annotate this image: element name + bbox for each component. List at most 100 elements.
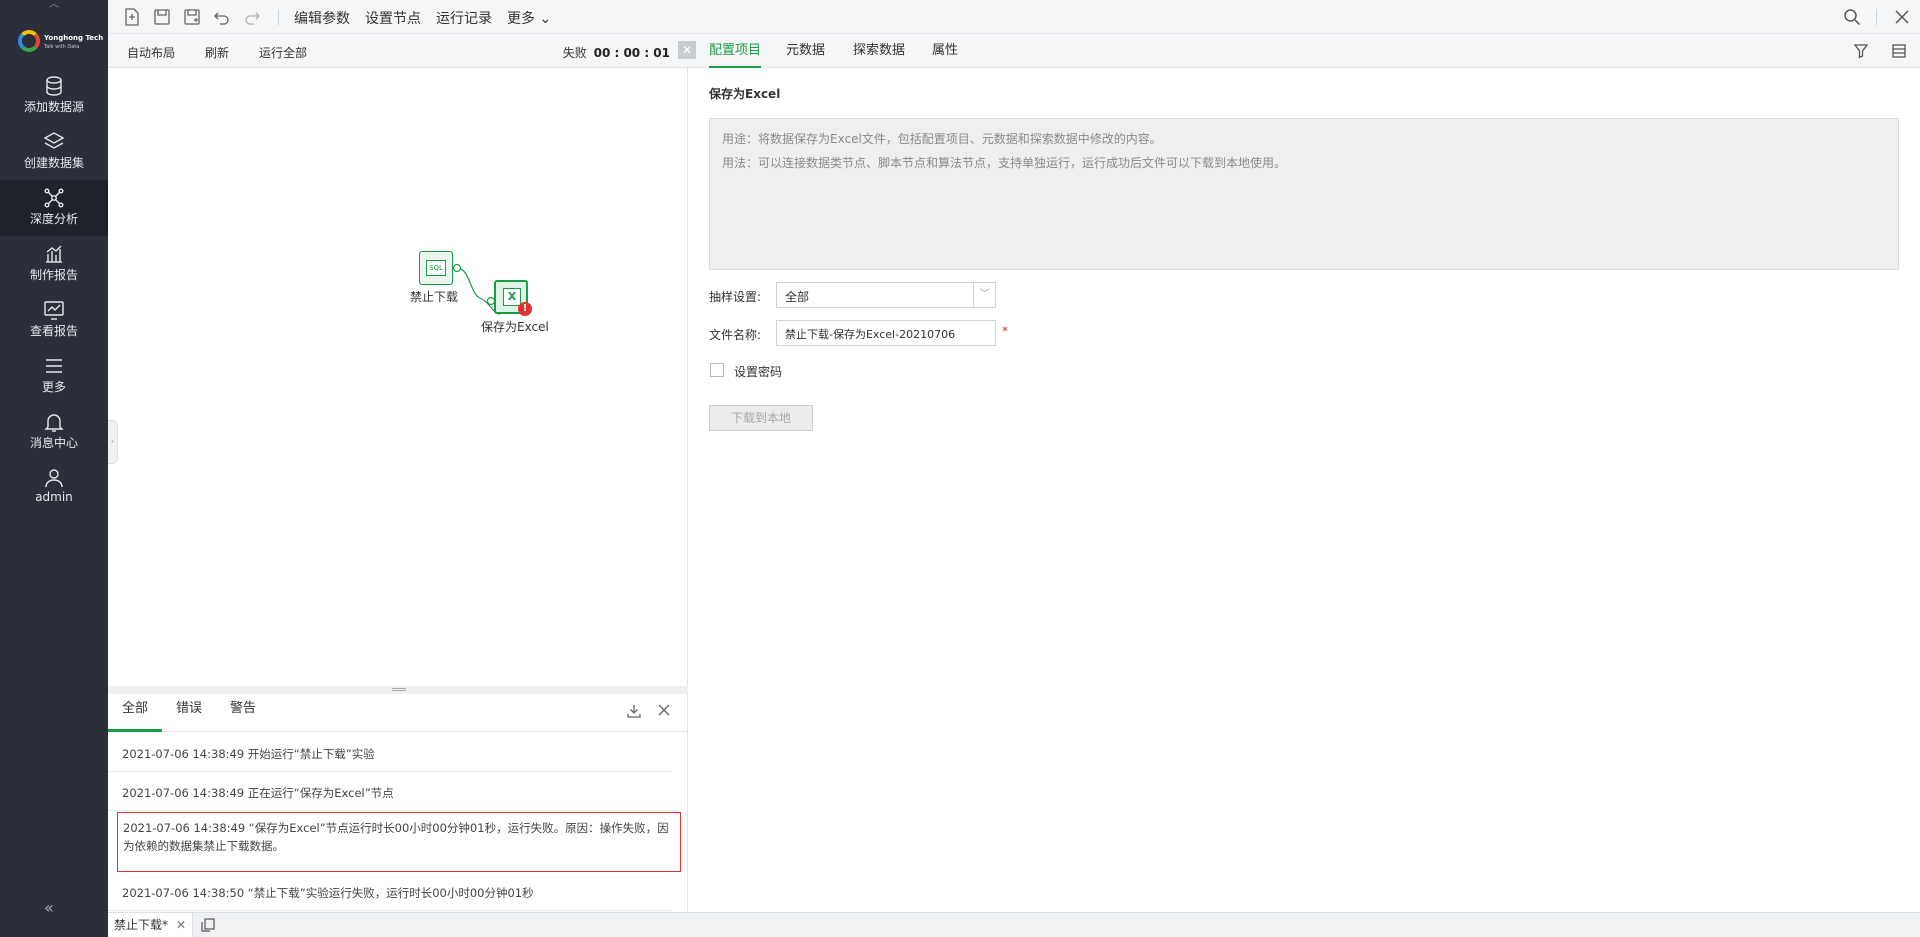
- node-source-label: 禁止下载: [410, 290, 459, 304]
- nav-view-report[interactable]: 查看报告: [0, 292, 108, 348]
- search-icon[interactable]: [1842, 7, 1862, 27]
- list-view-icon[interactable]: [1891, 43, 1907, 59]
- node-description: 用途：将数据保存为Excel文件，包括配置项目、元数据和探索数据中修改的内容。 …: [709, 118, 1899, 270]
- filename-input[interactable]: 禁止下载-保存为Excel-20210706: [776, 320, 996, 346]
- download-log-icon[interactable]: [626, 703, 642, 719]
- redo-icon[interactable]: [242, 7, 262, 27]
- log-panel: 全部 错误 警告 2021-07-06 14:38:49 开始运行“禁止下载”实…: [108, 694, 688, 912]
- nav-label: 制作报告: [29, 268, 78, 282]
- menu-icon: [46, 359, 62, 373]
- method-text: 用法：可以连接数据类节点、脚本节点和算法节点，支持单独运行，运行成功后文件可以下…: [722, 156, 1287, 170]
- tab-explore-data[interactable]: 探索数据: [853, 34, 905, 68]
- chevron-down-icon: ﹀: [973, 283, 995, 307]
- scroll-up-icon[interactable]: ︿: [46, 0, 62, 10]
- nav-label: 创建数据集: [23, 156, 84, 170]
- logo-brand: Yonghong Tech: [44, 34, 104, 42]
- nav-label: 深度分析: [29, 212, 78, 226]
- log-entry: 2021-07-06 14:38:50 “禁止下载”实验运行失败，运行时长00小…: [108, 877, 672, 911]
- network-icon: [44, 188, 64, 208]
- log-entry: 2021-07-06 14:38:49 开始运行“禁止下载”实验: [108, 738, 672, 772]
- chevron-down-icon: ⌄: [539, 11, 552, 27]
- nav-user-admin[interactable]: admin: [0, 460, 108, 516]
- run-status: 失败 00 : 00 : 01: [563, 44, 670, 61]
- doc-tab[interactable]: 禁止下载* ✕: [108, 913, 194, 937]
- close-log-icon[interactable]: [657, 703, 671, 717]
- tab-properties[interactable]: 属性: [932, 34, 958, 68]
- nav-label: 更多: [41, 380, 66, 394]
- sampling-label: 抽样设置:: [709, 290, 762, 304]
- filter-icon[interactable]: [1853, 43, 1869, 59]
- top-toolbar: 编辑参数 设置节点 运行记录 更多 ⌄: [108, 0, 1920, 34]
- close-tab-icon[interactable]: ✕: [176, 918, 186, 932]
- config-title: 保存为Excel: [709, 87, 781, 101]
- log-entry: 2021-07-06 14:38:49 正在运行“保存为Excel”节点: [108, 777, 672, 811]
- run-status-time: 00 : 00 : 01: [593, 46, 670, 60]
- config-panel: 保存为Excel 用途：将数据保存为Excel文件，包括配置项目、元数据和探索数…: [688, 68, 1920, 912]
- tab-config[interactable]: 配置项目: [709, 34, 762, 68]
- logo-ring-icon: [18, 30, 40, 52]
- close-panel-icon[interactable]: ✕: [678, 41, 696, 59]
- run-status-label: 失败: [562, 46, 587, 60]
- nav-deep-analysis[interactable]: 深度分析: [0, 180, 108, 236]
- splitter-grip-icon: [392, 688, 406, 691]
- nav-more[interactable]: 更多: [0, 348, 108, 404]
- log-tab-warnings[interactable]: 警告: [216, 694, 270, 732]
- nav-message-center[interactable]: 消息中心: [0, 404, 108, 460]
- copy-icon[interactable]: [200, 917, 216, 933]
- menu-set-node[interactable]: 设置节点: [365, 8, 421, 28]
- nav-label: 消息中心: [29, 436, 78, 450]
- nav-label: admin: [35, 490, 73, 504]
- toolbar-divider: [1876, 9, 1877, 25]
- document-tabs-bar: 禁止下载* ✕: [108, 912, 1920, 937]
- user-icon: [45, 469, 63, 488]
- doc-tab-label: 禁止下载*: [114, 918, 169, 932]
- filename-label: 文件名称:: [709, 328, 762, 342]
- chart-icon: [46, 245, 62, 263]
- workflow-canvas[interactable]: SQL 禁止下载 X ! 保存为Excel: [108, 68, 688, 686]
- canvas-toolbar: 自动布局 刷新 运行全部 失败 00 : 00 : 01: [108, 34, 688, 68]
- bell-icon: [44, 414, 64, 432]
- new-file-icon[interactable]: [122, 7, 142, 27]
- nav-label: 添加数据源: [23, 100, 84, 114]
- config-tabs: ✕ 配置项目 元数据 探索数据 属性: [678, 34, 1920, 68]
- required-mark: *: [1002, 324, 1008, 338]
- sidebar: ︿ Yonghong Tech Talk with Data 添加数据源 创建数…: [0, 0, 108, 937]
- password-checkbox[interactable]: [710, 363, 724, 377]
- expand-panel-handle[interactable]: ›: [108, 420, 118, 464]
- nav-make-report[interactable]: 制作报告: [0, 236, 108, 292]
- run-all-button[interactable]: 运行全部: [259, 44, 307, 61]
- nav-add-datasource[interactable]: 添加数据源: [0, 68, 108, 124]
- log-tab-errors[interactable]: 错误: [162, 694, 216, 732]
- sampling-value: 全部: [785, 290, 810, 304]
- menu-edit-params[interactable]: 编辑参数: [294, 8, 350, 28]
- save-icon[interactable]: [152, 7, 172, 27]
- connection-lines: [452, 263, 501, 315]
- save-as-icon[interactable]: [182, 7, 202, 27]
- download-local-button[interactable]: 下载到本地: [709, 405, 813, 431]
- panel-splitter[interactable]: [108, 686, 688, 694]
- sampling-select[interactable]: 全部 ﹀: [776, 282, 996, 308]
- password-label: 设置密码: [734, 365, 783, 379]
- node-target-label: 保存为Excel: [481, 320, 549, 334]
- menu-more-label: 更多: [507, 11, 535, 27]
- undo-icon[interactable]: [212, 7, 232, 27]
- refresh-button[interactable]: 刷新: [205, 44, 229, 61]
- excel-icon: X: [503, 288, 521, 306]
- nav-label: 查看报告: [29, 324, 78, 338]
- error-badge-icon: !: [518, 302, 532, 316]
- menu-more[interactable]: 更多 ⌄: [507, 8, 551, 28]
- sql-icon: SQL: [426, 260, 446, 276]
- menu-run-history[interactable]: 运行记录: [436, 8, 492, 28]
- tab-metadata[interactable]: 元数据: [786, 34, 825, 68]
- log-tab-all[interactable]: 全部: [108, 694, 162, 732]
- node-sql-source[interactable]: SQL: [419, 251, 453, 285]
- log-entry-error: 2021-07-06 14:38:49 “保存为Excel”节点运行时长00小时…: [117, 812, 681, 872]
- auto-layout-button[interactable]: 自动布局: [127, 44, 175, 61]
- database-icon: [46, 76, 62, 96]
- usage-text: 用途：将数据保存为Excel文件，包括配置项目、元数据和探索数据中修改的内容。: [722, 132, 1162, 146]
- collapse-sidebar-icon[interactable]: «: [44, 898, 54, 917]
- node-save-excel[interactable]: X !: [494, 280, 532, 316]
- nav-create-dataset[interactable]: 创建数据集: [0, 124, 108, 180]
- close-icon[interactable]: [1892, 7, 1912, 27]
- toolbar-divider: [278, 9, 279, 25]
